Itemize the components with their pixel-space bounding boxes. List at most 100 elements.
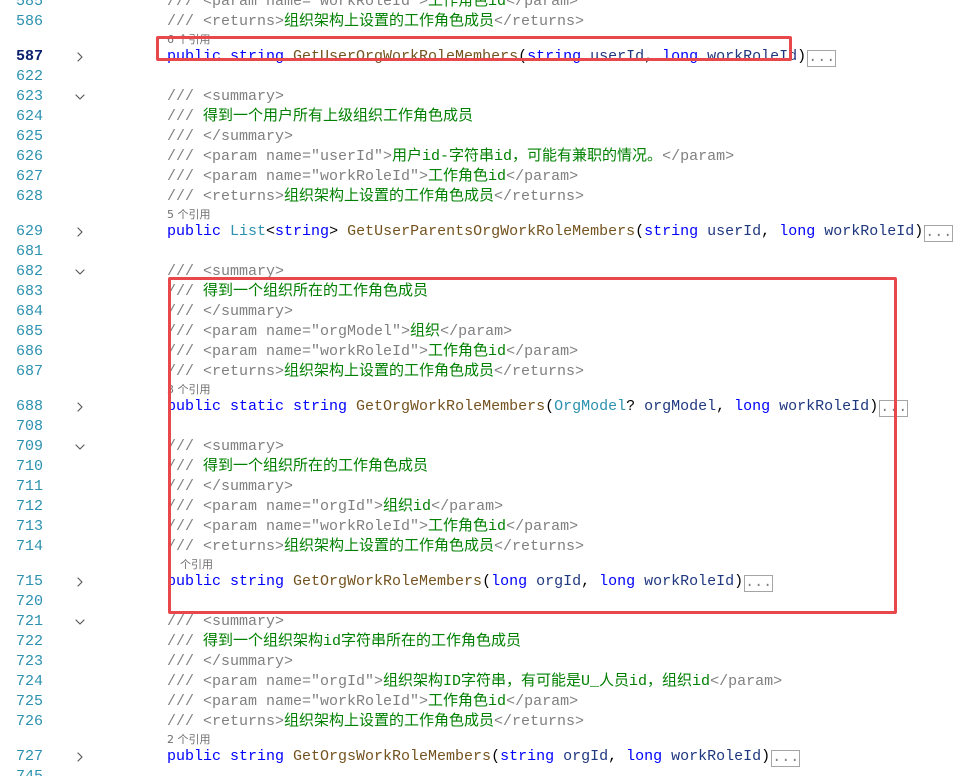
code-text[interactable]: /// 得到一个组织所在的工作角色成员 bbox=[167, 457, 428, 477]
doc-comment-tag-token: /// <returns> bbox=[167, 538, 285, 555]
chevron-right-icon[interactable] bbox=[75, 52, 85, 62]
code-text[interactable]: /// <param name="orgModel">组织</param> bbox=[167, 322, 512, 342]
code-line: 688 public static string GetOrgWorkRoleMe… bbox=[0, 397, 966, 417]
code-text[interactable]: /// <param name="workRoleId">工作角色id</par… bbox=[167, 342, 578, 362]
code-text[interactable]: /// <summary> bbox=[167, 437, 284, 457]
code-text[interactable]: /// <summary> bbox=[167, 612, 284, 632]
doc-comment-text-token: 工作角色id bbox=[428, 343, 507, 360]
doc-comment-tag-token: /// bbox=[167, 458, 204, 475]
code-line: 708 bbox=[0, 417, 966, 437]
method-name-token: GetOrgsWorkRoleMembers bbox=[293, 748, 492, 765]
code-line: 715 public string GetOrgWorkRoleMembers(l… bbox=[0, 572, 966, 592]
doc-comment-tag-token: /// <param name="workRoleId"> bbox=[167, 518, 429, 535]
keyword-token: string bbox=[527, 48, 591, 65]
code-text[interactable]: /// </summary> bbox=[167, 127, 293, 147]
line-number: 745 bbox=[0, 767, 43, 776]
line-number: 623 bbox=[15, 88, 43, 105]
code-text[interactable]: /// <returns>组织架构上设置的工作角色成员</returns> bbox=[167, 12, 584, 32]
code-text[interactable]: public string GetUserOrgWorkRoleMembers(… bbox=[167, 47, 837, 67]
code-text[interactable]: /// <param name="workRoleId">工作角色id</par… bbox=[167, 0, 578, 12]
code-text[interactable]: public List<string> GetUserParentsOrgWor… bbox=[167, 222, 954, 242]
code-text[interactable]: /// <param name="userId">用户id-字符串id，可能有兼… bbox=[167, 147, 734, 167]
line-number: 629 bbox=[15, 223, 43, 240]
code-text[interactable]: public string GetOrgWorkRoleMembers(long… bbox=[167, 572, 774, 592]
punctuation-token: ? bbox=[626, 398, 645, 415]
code-text[interactable]: /// <returns>组织架构上设置的工作角色成员</returns> bbox=[167, 712, 584, 732]
punctuation-token: ( bbox=[482, 573, 492, 590]
line-number: 725 bbox=[15, 693, 43, 710]
chevron-down-icon[interactable] bbox=[75, 267, 85, 277]
collapsed-region-ellipsis[interactable]: ... bbox=[807, 50, 837, 67]
code-text[interactable]: /// <param name="workRoleId">工作角色id</par… bbox=[167, 517, 578, 537]
code-line: 714 /// <returns>组织架构上设置的工作角色成员</returns> bbox=[0, 537, 966, 557]
keyword-token: string bbox=[230, 573, 294, 590]
doc-comment-tag-token: /// </summary> bbox=[167, 128, 294, 145]
keyword-token: public bbox=[167, 223, 231, 240]
code-text[interactable]: /// </summary> bbox=[167, 652, 293, 672]
code-text[interactable]: /// <returns>组织架构上设置的工作角色成员</returns> bbox=[167, 362, 584, 382]
chevron-right-icon[interactable] bbox=[75, 227, 85, 237]
code-line: 725 /// <param name="workRoleId">工作角色id</… bbox=[0, 692, 966, 712]
codelens-row: 个引用 bbox=[0, 557, 966, 572]
collapsed-region-ellipsis[interactable]: ... bbox=[744, 575, 774, 592]
code-text[interactable]: public static string GetOrgWorkRoleMembe… bbox=[167, 397, 909, 417]
chevron-stroke bbox=[77, 402, 83, 412]
code-line: 713 /// <param name="workRoleId">工作角色id</… bbox=[0, 517, 966, 537]
chevron-right-icon[interactable] bbox=[75, 752, 85, 762]
codelens-reference-count[interactable]: 3 个引用 bbox=[167, 382, 211, 397]
code-text[interactable]: /// </summary> bbox=[167, 477, 293, 497]
doc-comment-tag-token: </param> bbox=[506, 518, 579, 535]
codelens-row: 2 个引用 bbox=[0, 732, 966, 747]
punctuation-token: , bbox=[644, 48, 663, 65]
code-text[interactable]: /// 得到一个组织所在的工作角色成员 bbox=[167, 282, 428, 302]
punctuation-token: < bbox=[266, 223, 276, 240]
line-number: 714 bbox=[15, 538, 43, 555]
doc-comment-text-token: 组织架构上设置的工作角色成员 bbox=[284, 13, 495, 30]
codelens-reference-count[interactable]: 2 个引用 bbox=[167, 732, 211, 747]
code-line: 687 /// <returns>组织架构上设置的工作角色成员</returns> bbox=[0, 362, 966, 382]
code-text[interactable]: /// </summary> bbox=[167, 302, 293, 322]
code-text[interactable]: /// <param name="orgId">组织架构ID字符串，有可能是U_… bbox=[167, 672, 782, 692]
keyword-token: string bbox=[500, 748, 564, 765]
code-line: 625 /// </summary> bbox=[0, 127, 966, 147]
chevron-stroke bbox=[75, 619, 85, 625]
line-number: 627 bbox=[15, 168, 43, 185]
chevron-down-icon[interactable] bbox=[75, 617, 85, 627]
keyword-token: string bbox=[644, 223, 708, 240]
keyword-token: string bbox=[230, 48, 294, 65]
line-number: 708 bbox=[15, 418, 43, 435]
chevron-stroke bbox=[75, 269, 85, 275]
collapsed-region-ellipsis[interactable]: ... bbox=[879, 400, 909, 417]
code-text[interactable]: /// <param name="orgId">组织id</param> bbox=[167, 497, 503, 517]
code-text[interactable]: /// <param name="workRoleId">工作角色id</par… bbox=[167, 692, 578, 712]
code-text[interactable]: public string GetOrgsWorkRoleMembers(str… bbox=[167, 747, 801, 767]
code-line: 721 /// <summary> bbox=[0, 612, 966, 632]
doc-comment-tag-token: </returns> bbox=[494, 188, 585, 205]
code-text[interactable]: /// <summary> bbox=[167, 87, 284, 107]
code-text[interactable]: /// <param name="workRoleId">工作角色id</par… bbox=[167, 167, 578, 187]
doc-comment-text-token: 组织架构ID字符串，有可能是U_人员id，组织id bbox=[383, 673, 711, 690]
code-text[interactable]: /// 得到一个组织架构id字符串所在的工作角色成员 bbox=[167, 632, 521, 652]
chevron-right-icon[interactable] bbox=[75, 577, 85, 587]
keyword-token: string bbox=[275, 223, 330, 240]
codelens-reference-count[interactable]: 5 个引用 bbox=[167, 207, 211, 222]
codelens-reference-count[interactable]: 个引用 bbox=[180, 557, 213, 572]
code-text[interactable]: /// <summary> bbox=[167, 262, 284, 282]
collapsed-region-ellipsis[interactable]: ... bbox=[771, 750, 801, 767]
doc-comment-text-token: 组织架构上设置的工作角色成员 bbox=[284, 713, 495, 730]
chevron-down-icon[interactable] bbox=[75, 92, 85, 102]
collapsed-region-ellipsis[interactable]: ... bbox=[924, 225, 954, 242]
codelens-reference-count[interactable]: 6 个引用 bbox=[167, 32, 211, 47]
line-number: 683 bbox=[15, 283, 43, 300]
code-text[interactable]: /// <returns>组织架构上设置的工作角色成员</returns> bbox=[167, 187, 584, 207]
doc-comment-tag-token: /// <param name="orgModel"> bbox=[167, 323, 411, 340]
code-line: 683 /// 得到一个组织所在的工作角色成员 bbox=[0, 282, 966, 302]
doc-comment-tag-token: /// <returns> bbox=[167, 713, 285, 730]
chevron-right-icon[interactable] bbox=[75, 402, 85, 412]
code-text[interactable]: /// 得到一个用户所有上级组织工作角色成员 bbox=[167, 107, 473, 127]
line-number: 586 bbox=[15, 13, 43, 30]
code-text[interactable]: /// <returns>组织架构上设置的工作角色成员</returns> bbox=[167, 537, 584, 557]
line-number: 723 bbox=[15, 653, 43, 670]
code-line: 626 /// <param name="userId">用户id-字符串id，可… bbox=[0, 147, 966, 167]
chevron-down-icon[interactable] bbox=[75, 442, 85, 452]
